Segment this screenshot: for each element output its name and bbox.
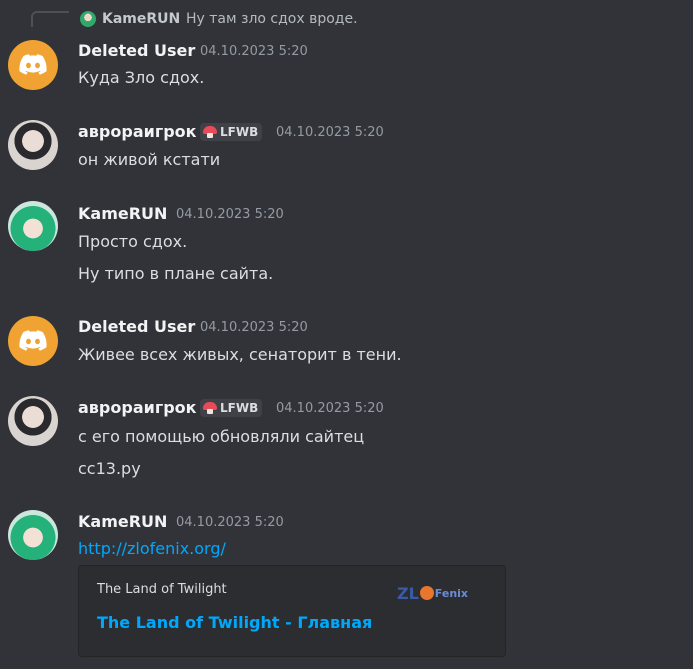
- message-timestamp: 04.10.2023 5:20: [176, 515, 284, 530]
- discord-logo-icon: [19, 330, 47, 351]
- message-timestamp: 04.10.2023 5:20: [276, 401, 384, 416]
- zlofenix-logo[interactable]: ZL Fenix: [397, 580, 487, 606]
- mushroom-icon: [203, 402, 217, 414]
- message-author[interactable]: KameRUN: [78, 512, 167, 531]
- embed-provider[interactable]: The Land of Twilight: [97, 582, 227, 597]
- avatar[interactable]: [8, 316, 58, 366]
- message-text: Просто сдох.: [78, 232, 188, 251]
- message-text: с его помощью обновляли сайтец: [78, 427, 365, 446]
- message-timestamp: 04.10.2023 5:20: [200, 320, 308, 335]
- server-tag-label: LFWB: [220, 125, 259, 139]
- message-author[interactable]: KameRUN: [78, 204, 167, 223]
- avatar[interactable]: [8, 120, 58, 170]
- avatar[interactable]: [8, 201, 58, 251]
- embed-title[interactable]: The Land of Twilight - Главная: [97, 613, 372, 632]
- message-text: Куда Зло сдох.: [78, 68, 205, 87]
- reply-text[interactable]: Ну там зло сдох вроде.: [186, 11, 358, 27]
- message-timestamp: 04.10.2023 5:20: [276, 125, 384, 140]
- logo-text-zl: ZL: [397, 583, 419, 603]
- message-text: Ну типо в плане сайта.: [78, 264, 274, 283]
- link-embed: The Land of Twilight The Land of Twiligh…: [78, 565, 506, 657]
- message-author[interactable]: аврораигрок: [78, 122, 197, 141]
- message-timestamp: 04.10.2023 5:20: [200, 44, 308, 59]
- server-tag[interactable]: LFWB: [200, 123, 263, 141]
- message-text: он живой кстати: [78, 150, 221, 169]
- avatar[interactable]: [8, 396, 58, 446]
- message-author[interactable]: Deleted User: [78, 317, 195, 336]
- server-tag[interactable]: LFWB: [200, 399, 263, 417]
- message-author[interactable]: аврораигрок: [78, 398, 197, 417]
- reply-author[interactable]: KameRUN: [102, 11, 180, 27]
- message-author[interactable]: Deleted User: [78, 41, 195, 60]
- message-text: cc13.ру: [78, 459, 141, 478]
- mushroom-icon: [203, 126, 217, 138]
- avatar[interactable]: [8, 510, 58, 560]
- message-text: Живее всех живых, сенаторит в тени.: [78, 345, 402, 364]
- message-timestamp: 04.10.2023 5:20: [176, 207, 284, 222]
- reply-avatar[interactable]: [80, 11, 96, 27]
- server-tag-label: LFWB: [220, 401, 259, 415]
- reply-connector: [31, 11, 69, 27]
- logo-circle-icon: [419, 586, 434, 600]
- message-link[interactable]: http://zlofenix.org/: [78, 539, 226, 558]
- discord-logo-icon: [19, 54, 47, 75]
- avatar[interactable]: [8, 40, 58, 90]
- logo-text-fenix: Fenix: [434, 586, 469, 600]
